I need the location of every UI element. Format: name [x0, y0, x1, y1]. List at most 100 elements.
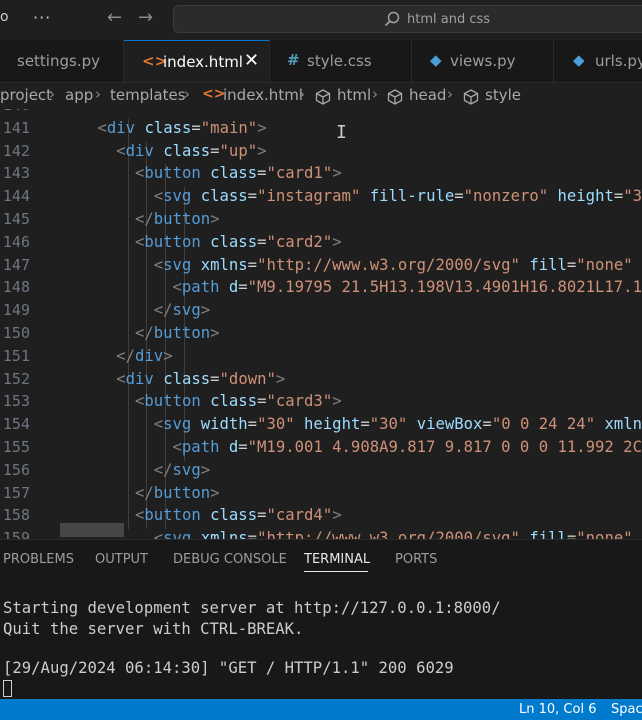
code-line[interactable]: 142 <div class="up">	[0, 142, 642, 165]
code-token: path	[181, 278, 220, 297]
code-line[interactable]: 151 </div>	[0, 347, 642, 370]
code-text: <svg xmlns="http://www.w3.org/2000/svg" …	[154, 256, 642, 274]
editor-tab-bar: settings.py <> index.html ✕ # style.css …	[0, 40, 642, 83]
code-token: svg	[163, 255, 192, 274]
code-line[interactable]: 150 </button>	[0, 324, 642, 347]
tab-ports[interactable]: PORTS	[395, 552, 437, 567]
code-token: >	[275, 369, 286, 388]
command-center-search[interactable]: html and css	[173, 5, 642, 33]
tab-output[interactable]: OUTPUT	[95, 552, 148, 567]
code-token: >	[200, 301, 211, 320]
code-text: <path d="M19.001 4.908A9.817 9.817 0 0 0…	[173, 438, 642, 456]
breadcrumb-item-html[interactable]: html	[337, 86, 371, 104]
code-token: width	[200, 415, 248, 434]
code-line[interactable]: 141 <div class="main">	[0, 119, 642, 142]
code-token: >	[210, 483, 220, 502]
chevron-right-icon: ›	[299, 85, 305, 103]
back-arrow-icon[interactable]: ←	[107, 7, 122, 28]
cursor-position[interactable]: Ln 10, Col 6	[519, 702, 596, 717]
breadcrumb-item-index-html[interactable]: index.html	[223, 86, 303, 104]
code-token: button	[144, 164, 201, 183]
tab-style-css[interactable]: # style.css	[270, 40, 412, 82]
code-line[interactable]: 140	[0, 109, 642, 119]
breadcrumb-item-app[interactable]: app	[65, 86, 93, 104]
line-number: 140	[0, 109, 30, 114]
code-line[interactable]: 152 <div class="down">	[0, 370, 642, 393]
line-number: 141	[2, 118, 30, 137]
code-line[interactable]: 146 <button class="card2">	[0, 233, 642, 256]
line-number: 151	[2, 346, 30, 365]
code-token: button	[144, 232, 201, 251]
code-token: button	[153, 210, 211, 228]
code-token: class	[200, 187, 248, 206]
code-line[interactable]: 147 <svg xmlns="http://www.w3.org/2000/sv…	[0, 256, 642, 279]
code-line[interactable]: 148 <path d="M9.19795 21.5H13.198V13.4901…	[0, 278, 642, 301]
code-line[interactable]: 156 </svg>	[0, 461, 642, 484]
line-number: 156	[2, 460, 30, 479]
terminal-line: Starting development server at http://12…	[3, 599, 501, 617]
code-token: div	[125, 369, 154, 388]
code-token: >	[210, 324, 220, 342]
code-token: class	[163, 369, 211, 388]
tab-settings-py[interactable]: settings.py	[0, 40, 124, 82]
code-line[interactable]: 153 <button class="card3">	[0, 392, 642, 415]
python-icon: ◆	[573, 51, 585, 69]
line-number: 153	[2, 392, 30, 411]
breadcrumb-item-style[interactable]: style	[485, 86, 521, 104]
code-text: <svg width="30" height="30" viewBox="0 0…	[154, 415, 642, 433]
tab-index-html[interactable]: <> index.html ✕	[124, 40, 270, 82]
code-token: </	[135, 483, 154, 502]
code-line[interactable]: 144 <svg class="instagram" fill-rule="non…	[0, 187, 642, 210]
code-editor[interactable]: 140 141<div class="main">142<div class="u…	[0, 109, 642, 539]
line-number: 147	[2, 255, 30, 274]
code-text: <button class="card1">	[135, 164, 342, 182]
code-line[interactable]: 154 <svg width="30" height="30" viewBox="…	[0, 415, 642, 438]
code-token: "down"	[219, 369, 276, 388]
breadcrumb-item-templates[interactable]: templates	[110, 86, 186, 104]
code-token: =	[238, 278, 248, 297]
line-number: 155	[2, 438, 30, 456]
code-token: xmlns	[200, 255, 248, 274]
code-line[interactable]: 149 </svg>	[0, 301, 642, 324]
more-actions-icon[interactable]: ···	[33, 8, 51, 27]
code-token: div	[106, 118, 136, 137]
line-number: 142	[2, 141, 30, 160]
tab-views-py[interactable]: ◆ views.py	[412, 40, 554, 82]
breadcrumb-item-head[interactable]: head	[409, 86, 446, 104]
tab-debug-console[interactable]: DEBUG CONSOLE	[173, 552, 287, 567]
code-token: >	[332, 392, 342, 411]
code-text: </button>	[135, 210, 220, 228]
indentation-setting[interactable]: Spac	[611, 702, 642, 717]
tab-problems[interactable]: PROBLEMS	[3, 552, 74, 567]
code-line[interactable]: 145 </button>	[0, 210, 642, 233]
tab-terminal[interactable]: TERMINAL	[304, 552, 370, 567]
horizontal-scrollbar[interactable]	[60, 523, 124, 537]
tab-urls-py[interactable]: ◆ urls.py	[554, 40, 642, 82]
chevron-right-icon: ›	[49, 85, 55, 103]
code-token: >	[332, 232, 342, 251]
code-text: </button>	[135, 324, 220, 342]
code-token: <	[135, 506, 145, 525]
code-token: <	[135, 392, 145, 411]
code-text: </button>	[135, 484, 220, 502]
code-line[interactable]: 155 <path d="M19.001 4.908A9.817 9.817 0 …	[0, 438, 642, 461]
code-token: class	[210, 164, 258, 183]
code-token: d	[228, 278, 239, 297]
code-token: xmlns	[200, 529, 248, 539]
html-icon: <>	[202, 86, 226, 102]
breadcrumb-item-project[interactable]: project	[0, 86, 52, 104]
search-icon	[384, 11, 400, 27]
code-line[interactable]: 143 <button class="card1">	[0, 164, 642, 187]
breadcrumb: project › app › templates › <> index.htm…	[0, 83, 642, 109]
code-token: button	[144, 392, 201, 411]
close-icon[interactable]: ✕	[244, 50, 259, 71]
code-line[interactable]: 157 </button>	[0, 484, 642, 507]
forward-arrow-icon[interactable]: →	[138, 7, 153, 28]
code-token: button	[153, 483, 211, 502]
code-token: fill-rule="nonzero" height="30	[369, 187, 642, 206]
